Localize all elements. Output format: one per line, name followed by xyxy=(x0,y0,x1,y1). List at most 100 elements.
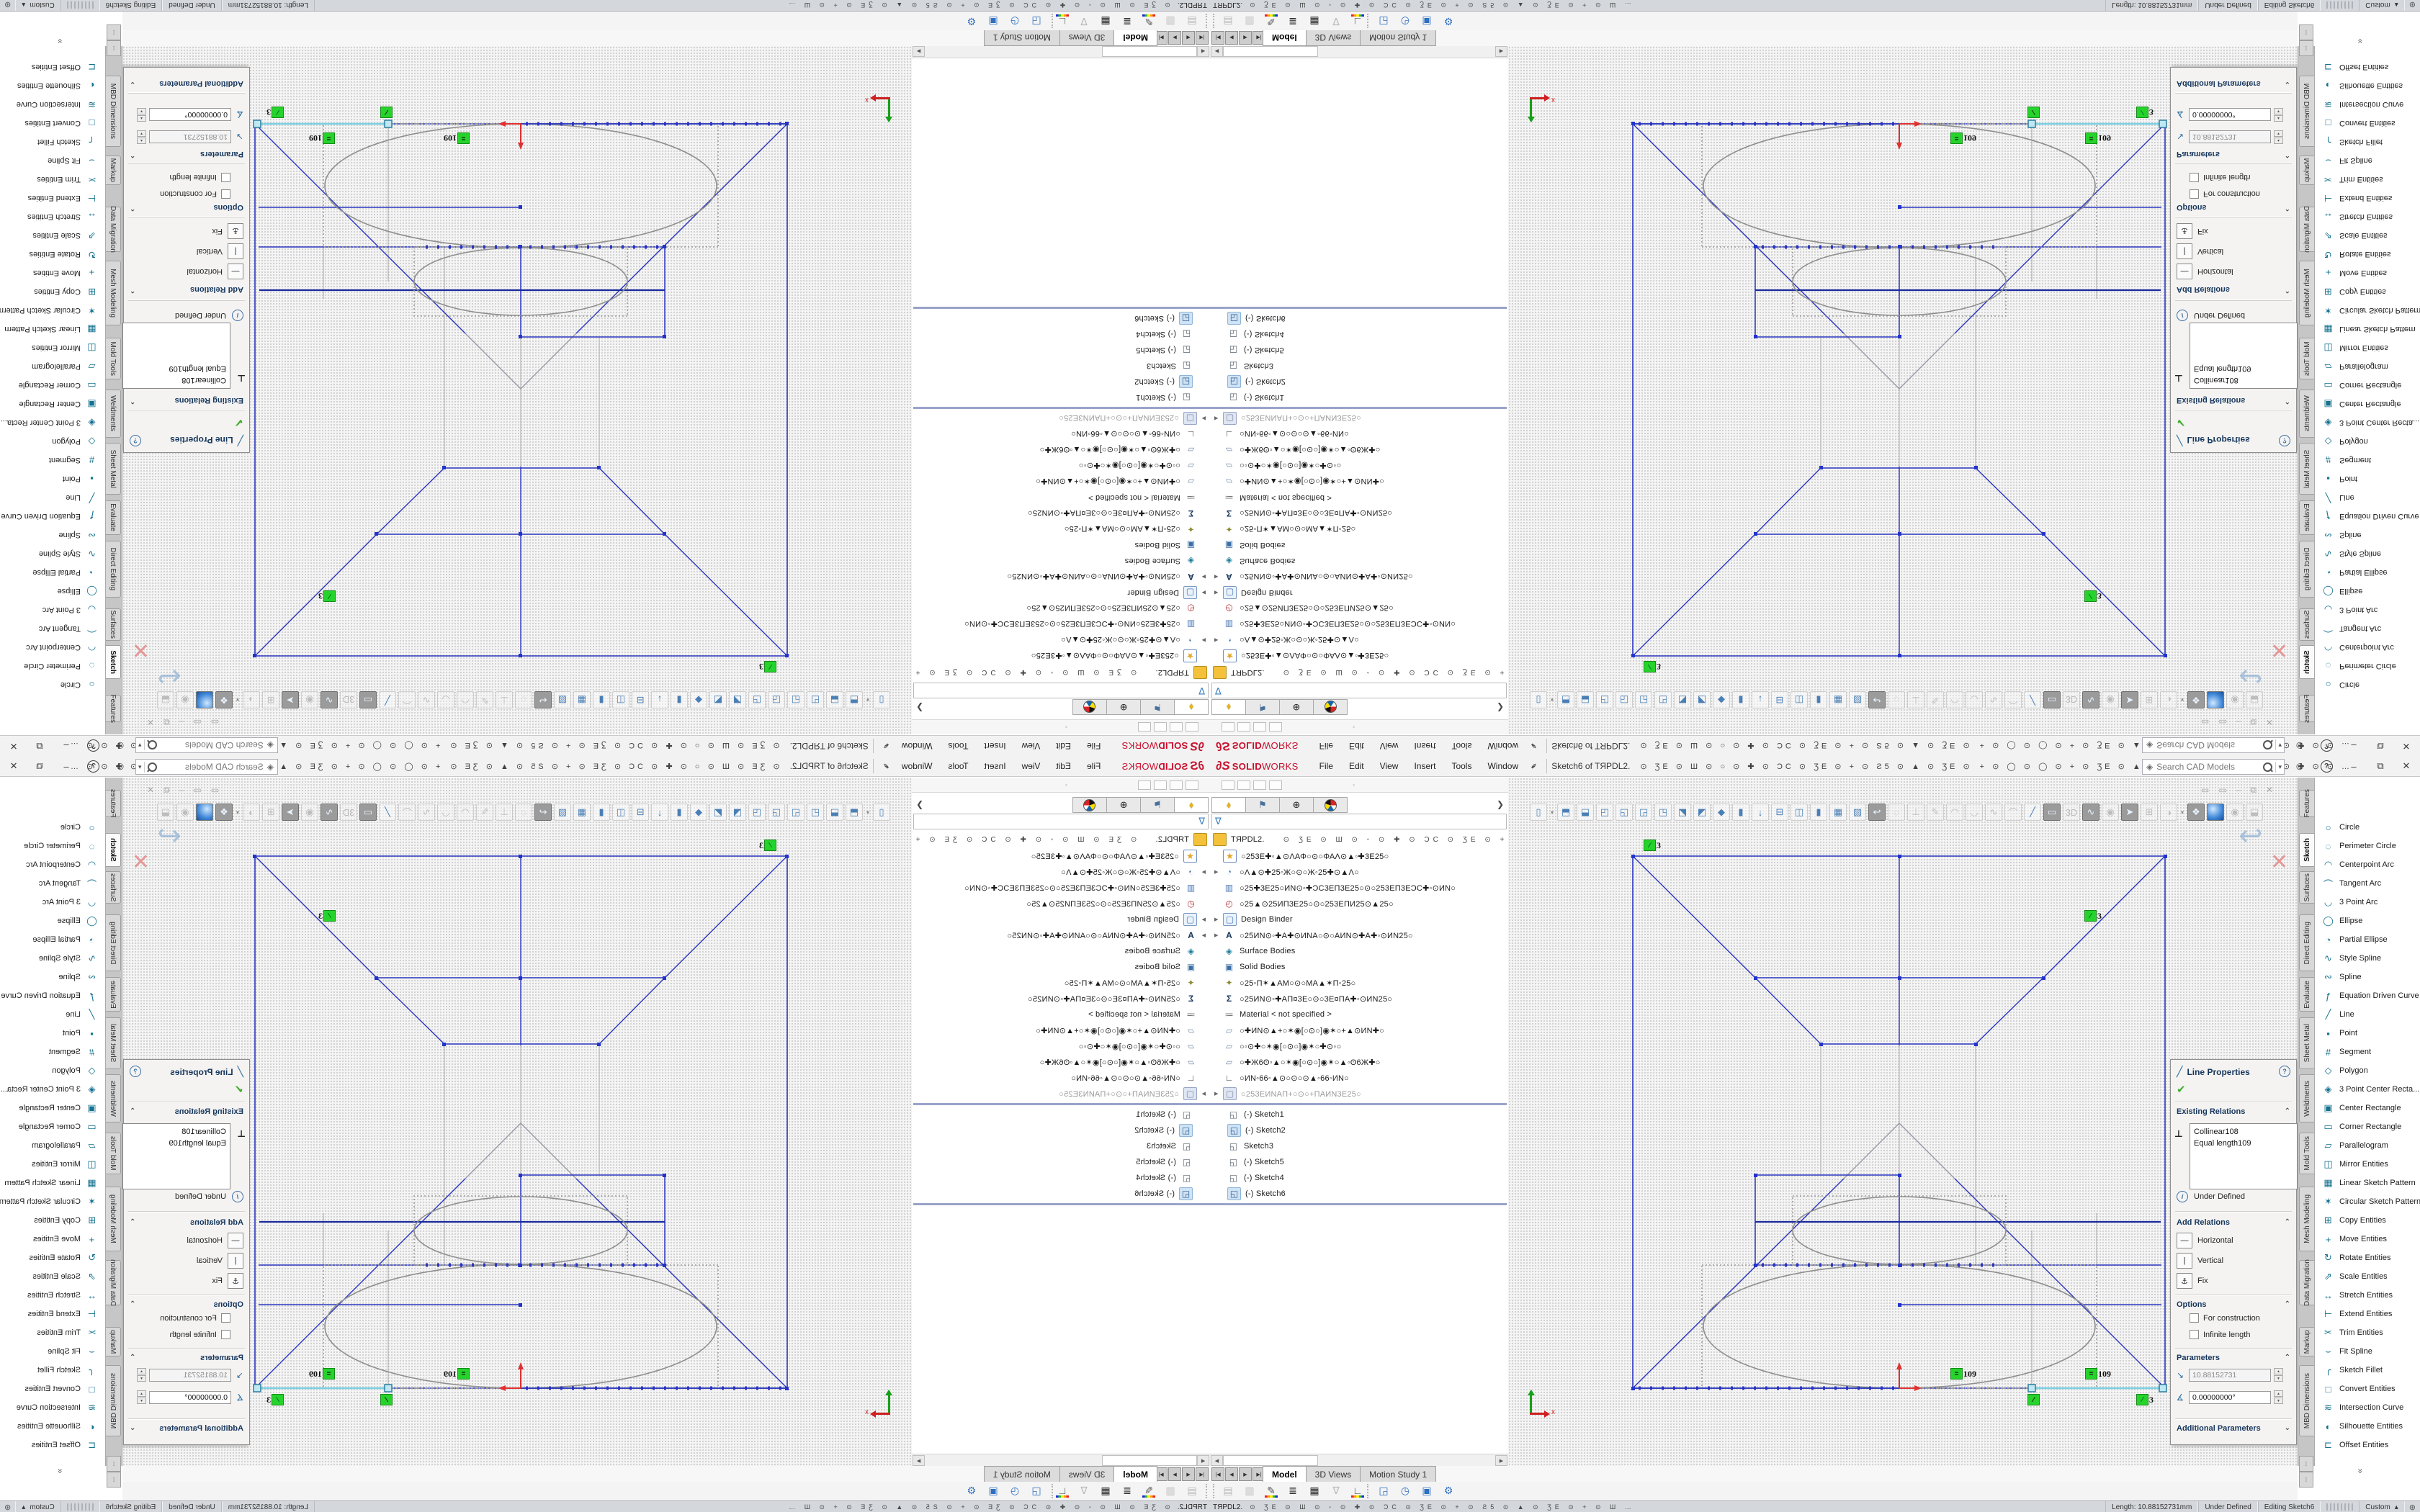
horizontal-relation-button[interactable]: — xyxy=(2177,264,2192,279)
command-tab[interactable]: Sheet Metal xyxy=(2299,1017,2314,1069)
tool-item[interactable]: ◠ Centerpoint Arc xyxy=(2315,638,2420,657)
tree-row[interactable]: ○✚Ж6ʘ◦▲○✶◉[○⊙○]◉✶○▲◦ʘ6Ж✚○ xyxy=(913,442,1210,458)
pin-icon[interactable]: ✒ xyxy=(879,739,892,752)
tab-motion-study-1[interactable]: Motion Study 1 xyxy=(1361,1466,1436,1482)
tool-item[interactable]: + Move Entities xyxy=(0,264,105,282)
search-input[interactable]: Search CAD Models xyxy=(2156,740,2263,750)
splitter-grip[interactable]: ◦ xyxy=(1065,781,1067,788)
tree-row[interactable]: ○ИN◦66◦▲⊙○⊙○⊙▲◦66◦ИN○ xyxy=(1210,1070,1507,1086)
folder-check-icon[interactable]: ▣ xyxy=(1419,14,1435,30)
tool-item[interactable]: ▱ Parallelogram xyxy=(2315,1136,2420,1155)
vertical-relation-button[interactable]: | xyxy=(2177,243,2192,259)
collapse-icon[interactable]: ⌃ xyxy=(2285,1107,2290,1115)
angle-field[interactable]: 0.00000000° xyxy=(2189,1391,2271,1404)
menu-item[interactable]: File xyxy=(1312,756,1341,776)
tree-row[interactable]: ○ИN◦66◦▲⊙○⊙○⊙▲◦66◦ИN○ xyxy=(1210,426,1507,442)
scroll-left-icon[interactable]: ◀ xyxy=(1211,1455,1223,1466)
zoom-level-dropdown[interactable]: Custom▴ xyxy=(15,0,60,11)
tree-row[interactable]: ○25◦Π✶▲ΑΜ○⊙○ΜΑ▲✶Π◦25○ xyxy=(913,521,1210,537)
tool-item[interactable]: ▪ Point xyxy=(2315,1024,2420,1043)
sketch-row[interactable]: (-) Sketch6 xyxy=(1210,310,1507,326)
menu-item[interactable]: Edit xyxy=(1048,736,1079,756)
quick-toolbar-icons[interactable]: ⊙ ƷΕ ⊙ Ш ⊙ ○ ⊙ ✚ ⊙ ƆC ⊙ ƷΕ ⊙ + ⊙ Ƨ5 ⊙ ▲ … xyxy=(1640,762,1972,771)
tool-item[interactable]: ◯ Ellipse xyxy=(0,582,105,600)
command-tab[interactable]: Sheet Metal xyxy=(106,443,121,495)
collinear-tag[interactable]: ∕ xyxy=(2027,1394,2040,1405)
relation-tag[interactable]: ∕ 3 xyxy=(2136,1394,2154,1405)
relation-item[interactable]: Equal length109 xyxy=(2194,1138,2293,1149)
tree-row[interactable]: ○✚Ж6ʘ◦▲○✶◉[○⊙○]◉✶○▲◦ʘ6Ж✚○ xyxy=(1210,442,1507,458)
collinear-tag[interactable]: ∕ xyxy=(380,107,393,118)
tool-item[interactable]: ◈ 3 Point Center Recta... xyxy=(2315,1080,2420,1099)
tool-item[interactable]: ╱ Line xyxy=(2315,1005,2420,1024)
menu-item[interactable]: Window xyxy=(1479,756,1526,776)
equal-length-tag[interactable]: = 109 xyxy=(2085,1368,2111,1380)
tree-splitter-2[interactable] xyxy=(1210,307,1507,309)
relation-tag[interactable]: ∕ 3 xyxy=(266,1394,284,1405)
spinner[interactable]: ▲▼ xyxy=(137,1368,146,1382)
featuremanager-tab[interactable]: ⬧ xyxy=(1211,699,1246,715)
tab-model[interactable]: Model xyxy=(1113,30,1157,46)
propertymanager-tab[interactable]: ⚑ xyxy=(1140,797,1174,813)
scrollbar-thumb[interactable] xyxy=(1102,1455,1197,1466)
sketch-row[interactable]: (-) Sketch1 xyxy=(1210,390,1507,405)
tool-item[interactable]: ╭ Sketch Fillet xyxy=(0,132,105,151)
command-tab[interactable]: Direct Editing xyxy=(2299,541,2314,598)
sketch-row[interactable]: (-) Sketch5 xyxy=(913,342,1210,358)
length-field[interactable]: 10.88152731 xyxy=(149,131,231,144)
parameters-header[interactable]: Parameters xyxy=(2177,150,2220,158)
menu-item[interactable]: View xyxy=(1014,756,1049,776)
tab-strip-scroll-button[interactable]: ⁞ xyxy=(107,1456,121,1472)
tool-item[interactable]: ◇ Polygon xyxy=(0,432,105,451)
tool-item[interactable]: ◠ Centerpoint Arc xyxy=(0,638,105,657)
tool-item[interactable]: ◌ Perimeter Circle xyxy=(2315,837,2420,855)
menu-item[interactable]: File xyxy=(1079,756,1108,776)
tab-nav-button[interactable]: ◀ xyxy=(1182,1467,1195,1481)
collapse-icon[interactable]: ⌃ xyxy=(130,204,135,212)
vertical-relation-button[interactable]: | xyxy=(2177,1253,2192,1269)
expander-icon[interactable]: ▶ xyxy=(1197,574,1206,580)
tree-row[interactable]: ○◦⊙✚○✶◉[○⊙○]◉✶○✚⊙◦○ xyxy=(913,458,1210,474)
folder-check-icon[interactable]: ▣ xyxy=(1419,1482,1435,1498)
tool-item[interactable]: ✶ Circular Sketch Pattern xyxy=(0,1192,105,1211)
existing-relations-header[interactable]: Existing Relations xyxy=(175,396,243,405)
tab-motion-study-1[interactable]: Motion Study 1 xyxy=(984,1466,1059,1482)
parameters-header[interactable]: Parameters xyxy=(200,150,243,158)
menu-item[interactable]: Insert xyxy=(977,756,1014,776)
vertical-relation-button[interactable]: | xyxy=(228,243,243,259)
tab-strip-scroll-button[interactable]: ⁞ xyxy=(2299,24,2313,40)
tool-item[interactable]: ⌣ Fit Spline xyxy=(0,151,105,170)
quick-toolbar-icons[interactable]: ⊙ ƷΕ ⊙ Ш ⊙ ○ ⊙ ✚ ⊙ ƆC ⊙ ƷΕ ⊙ + ⊙ Ƨ5 ⊙ ▲ … xyxy=(1640,742,1972,751)
restore-button[interactable]: ⧉ xyxy=(2371,736,2390,756)
tree-row[interactable]: ○253Ε✚◦▲⊙ΛΑΦ○⊙○ΦΑΛ⊙▲◦✚3Ε25○ xyxy=(1210,648,1507,664)
tool-item[interactable]: ◇ Polygon xyxy=(2315,1061,2420,1080)
relation-item[interactable]: Collinear108 xyxy=(2194,1126,2293,1138)
tool-item[interactable]: ◔ Partial Ellipse xyxy=(0,563,105,582)
ok-checkmark-icon[interactable]: ✔ xyxy=(2177,416,2186,429)
tool-item[interactable]: ⊢ Extend Entities xyxy=(2315,1305,2420,1323)
tree-row[interactable]: ○25✚3Ε25○ИN⊙◦✚ƆC3ΕΠ3Ε25○⊙○253ΕΠ3ΕƆC✚◦⊙ИN… xyxy=(1210,616,1507,632)
tool-item[interactable]: ✶ Circular Sketch Pattern xyxy=(2315,301,2420,320)
tool-item[interactable]: ∿ Style Spline xyxy=(2315,544,2420,563)
pages-icon[interactable]: ▥ xyxy=(1162,1482,1178,1498)
measure-icon[interactable]: ∟ xyxy=(1054,14,1070,30)
search-dropdown-icon[interactable]: ▾ xyxy=(136,762,145,773)
command-tab[interactable]: Features xyxy=(2299,790,2314,817)
configurationmanager-tab[interactable]: ⊕ xyxy=(1280,797,1314,813)
tree-row[interactable]: ▶ ○Λ▲⊙✚25◦Ж○⊙○Ж◦25✚⊙▲Λ○ xyxy=(1210,632,1507,648)
tab-3d-views[interactable]: 3D Views xyxy=(1059,30,1113,46)
command-tab[interactable]: Mold Tools xyxy=(106,1133,121,1174)
expander-icon[interactable]: ▶ xyxy=(1214,1091,1223,1097)
appearance-brush-icon[interactable]: ✎ xyxy=(1141,1482,1157,1498)
tab-nav-button[interactable]: ▶ xyxy=(1239,1467,1252,1481)
equal-length-tag[interactable]: = 109 xyxy=(309,132,335,144)
command-tab[interactable]: Mold Tools xyxy=(106,338,121,379)
sketch-row[interactable]: (-) Sketch2 xyxy=(913,374,1210,390)
zoom-level-dropdown[interactable]: Custom▴ xyxy=(2359,1501,2404,1512)
tool-item[interactable]: ⌣ Fit Spline xyxy=(2315,1342,2420,1361)
tree-row[interactable]: ▶ ○Λ▲⊙✚25◦Ж○⊙○Ж◦25✚⊙▲Λ○ xyxy=(913,864,1210,880)
tool-item[interactable]: ◔ Partial Ellipse xyxy=(2315,563,2420,582)
tree-horizontal-scrollbar[interactable]: ◀ ▶ xyxy=(912,1454,1210,1466)
collapse-icon[interactable]: ⌃ xyxy=(2285,1300,2290,1308)
options-header[interactable]: Options xyxy=(2177,1300,2207,1309)
